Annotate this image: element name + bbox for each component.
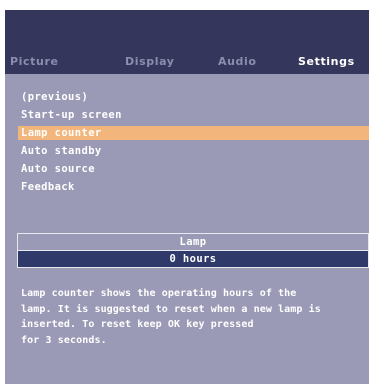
help-line: inserted. To reset keep OK key pressed bbox=[21, 319, 254, 330]
menu-item-lamp-counter[interactable]: Lamp counter bbox=[18, 126, 369, 140]
lamp-hours-value: 0 hours bbox=[18, 251, 368, 267]
menu-header: Picture Display Audio Settings bbox=[5, 10, 369, 74]
tab-settings[interactable]: Settings bbox=[298, 56, 355, 68]
tab-display[interactable]: Display bbox=[125, 56, 175, 68]
menu-item-auto-standby[interactable]: Auto standby bbox=[5, 144, 369, 158]
osd-menu-panel: Picture Display Audio Settings (previous… bbox=[5, 10, 369, 384]
menu-item-feedback[interactable]: Feedback bbox=[5, 180, 369, 194]
help-line: Lamp counter shows the operating hours o… bbox=[21, 288, 297, 299]
menu-item-auto-source[interactable]: Auto source bbox=[5, 162, 369, 176]
help-line: for 3 seconds. bbox=[21, 334, 107, 346]
lamp-title: Lamp bbox=[18, 234, 368, 251]
help-line: lamp. It is suggested to reset when a ne… bbox=[21, 303, 321, 315]
tab-picture[interactable]: Picture bbox=[10, 56, 59, 68]
settings-menu-list: (previous) Start-up screen Lamp counter … bbox=[5, 90, 369, 198]
tab-audio[interactable]: Audio bbox=[218, 56, 257, 68]
help-text: Lamp counter shows the operating hours o… bbox=[21, 286, 361, 348]
menu-item-previous[interactable]: (previous) bbox=[5, 90, 369, 104]
menu-item-start-up-screen[interactable]: Start-up screen bbox=[5, 108, 369, 122]
lamp-info-box: Lamp 0 hours bbox=[17, 233, 369, 268]
